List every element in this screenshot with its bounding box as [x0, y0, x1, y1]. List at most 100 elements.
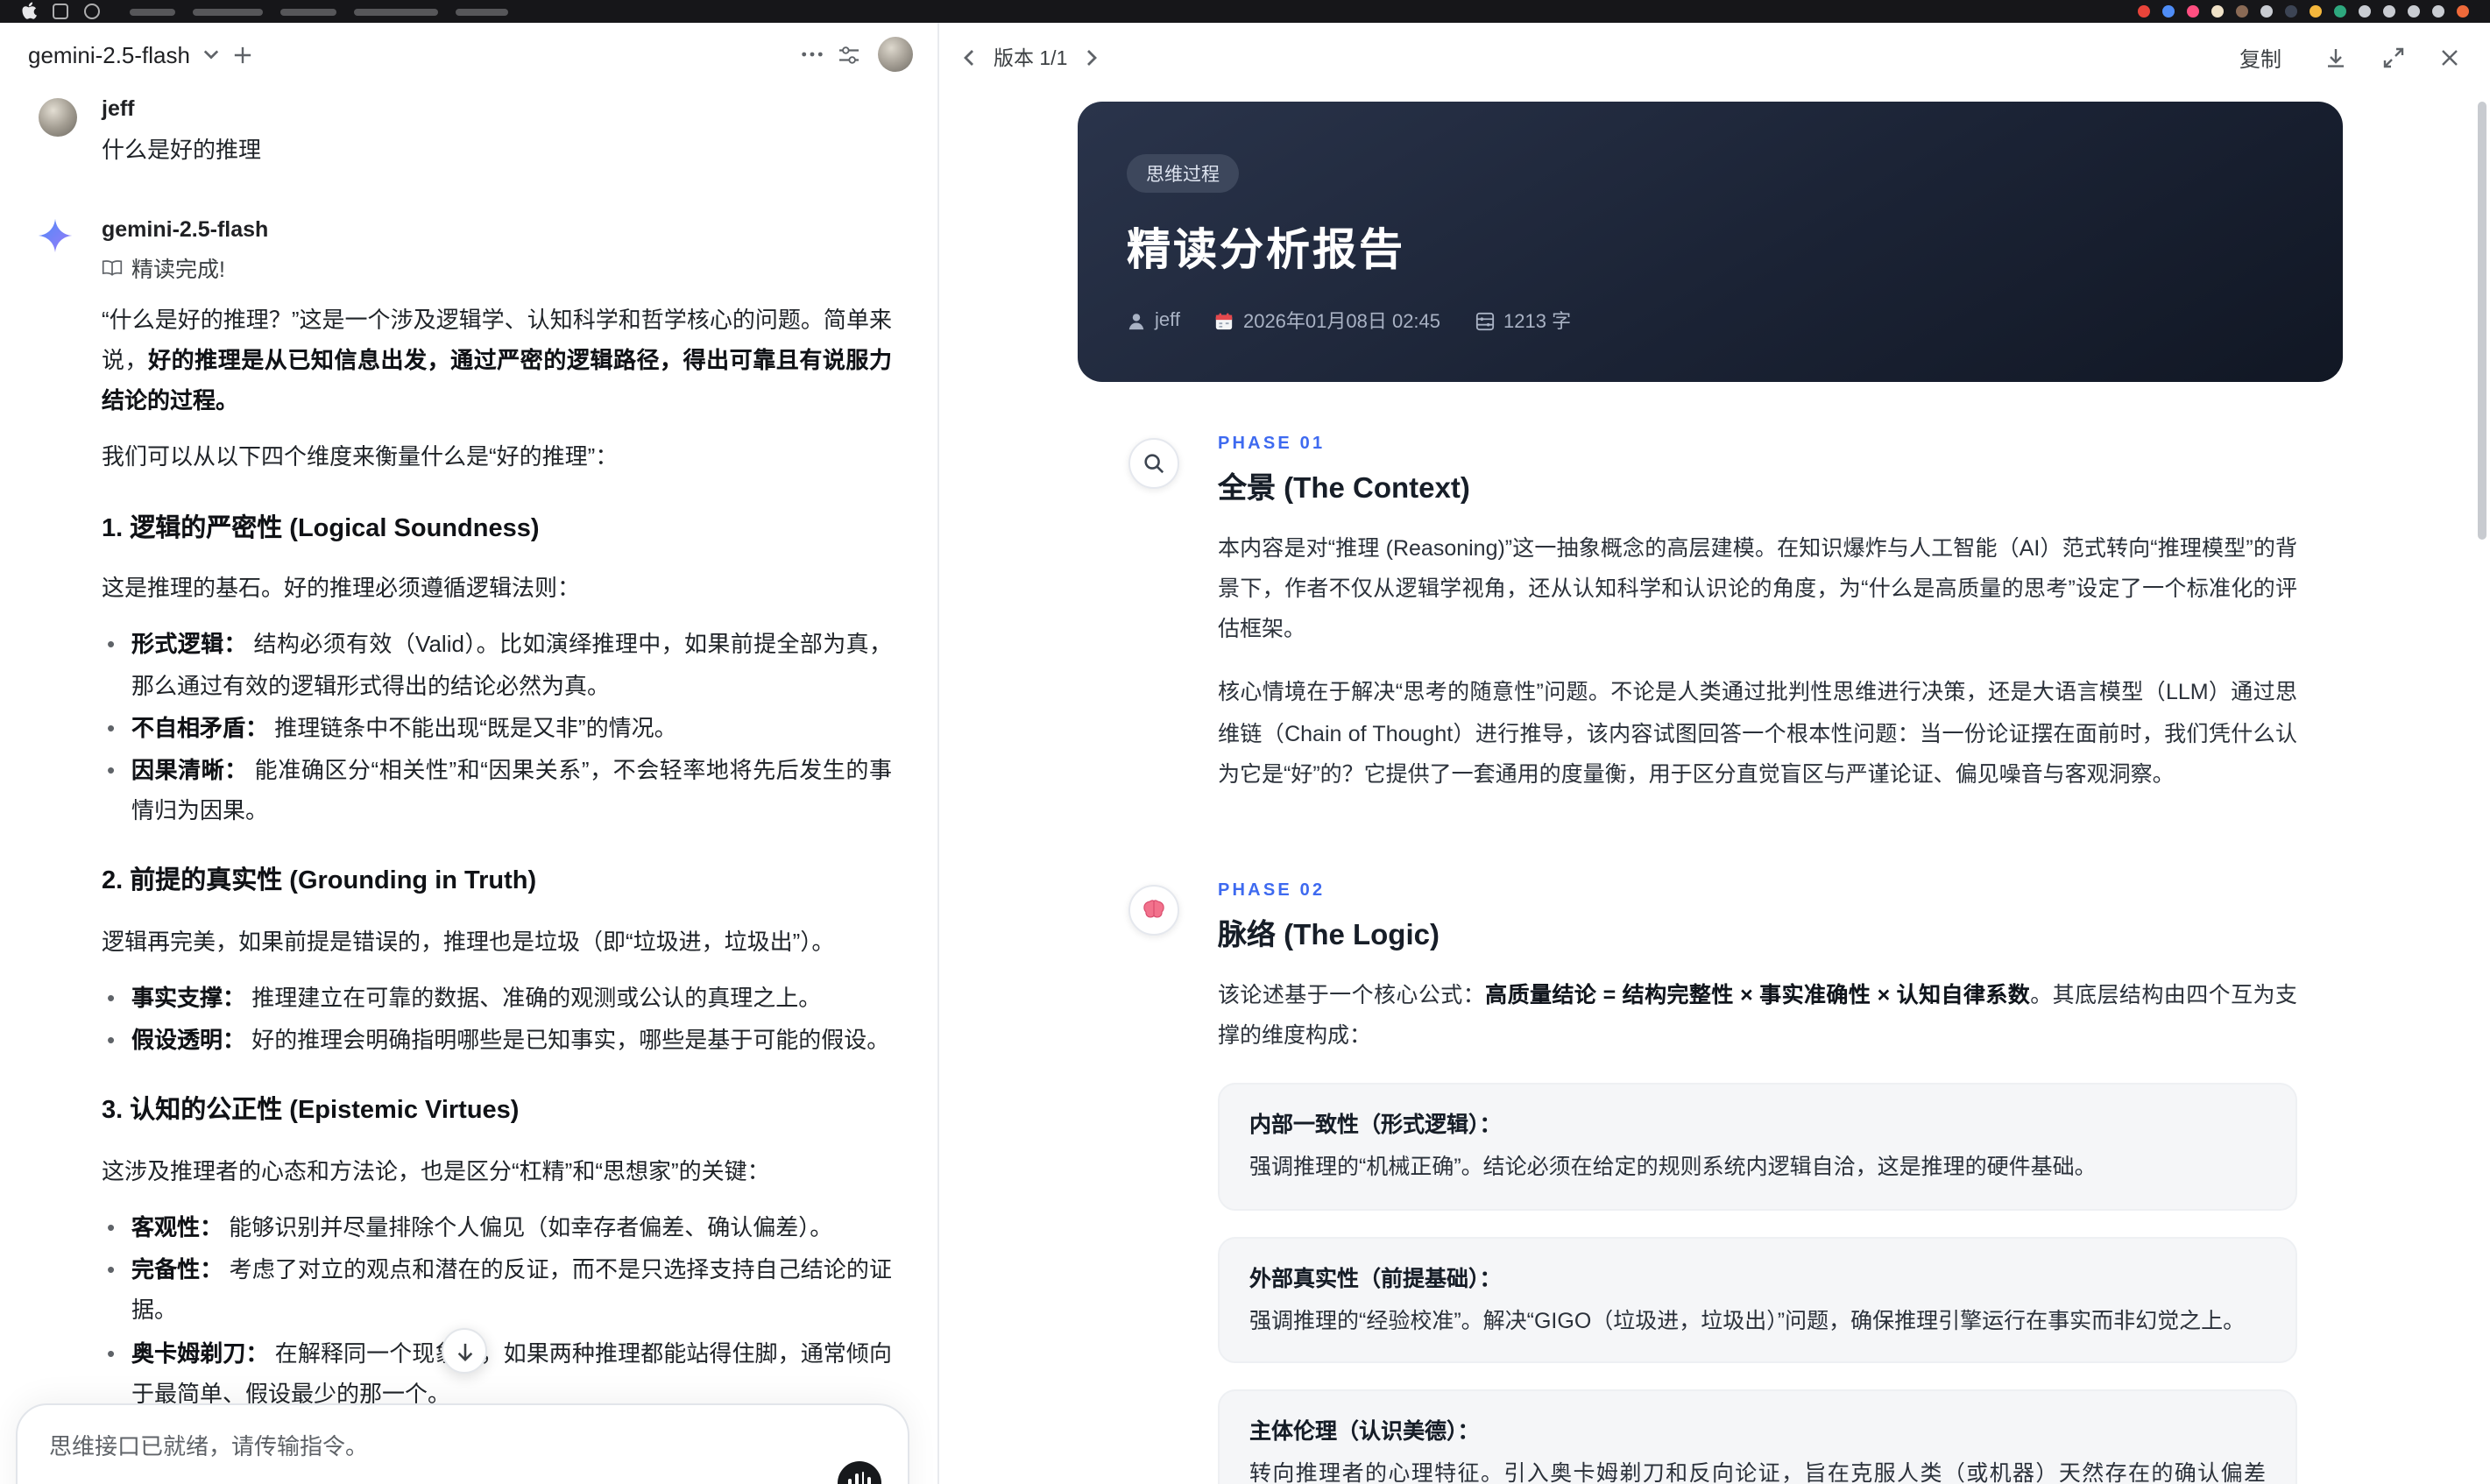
phase-title: 全景 (The Context) — [1218, 473, 1470, 505]
report-body: PHASE 01 全景 (The Context) 本内容是对“推理 (Reas… — [1078, 382, 2343, 1484]
menubar-app-icon[interactable] — [2187, 5, 2199, 18]
phase-1: PHASE 01 全景 (The Context) 本内容是对“推理 (Reas… — [1078, 435, 2343, 818]
model-name: gemini-2.5-flash — [28, 41, 190, 67]
report-meta: jeff 2026年01月08日 02:45 1213 字 — [1127, 307, 2294, 335]
menubar-menus — [130, 8, 508, 15]
new-chat-button[interactable] — [229, 41, 255, 67]
bullet-item: 完备性： 考虑了对立的观点和潜在的反证，而不是只选择支持自己结论的证据。 — [102, 1250, 892, 1332]
calendar-icon — [1215, 311, 1234, 330]
hero-badge: 思维过程 — [1127, 154, 1239, 193]
download-icon[interactable] — [2322, 44, 2350, 72]
menubar-app-glyph[interactable] — [84, 4, 100, 19]
meta-author: jeff — [1127, 310, 1180, 331]
dimension-card: 内部一致性（形式逻辑）： 强调推理的“机械正确”。结论必须在给定的规则系统内逻辑… — [1218, 1083, 2297, 1210]
waveform-icon — [848, 1478, 852, 1484]
paragraph: 逻辑再完美，如果前提是错误的，推理也是垃圾（即“垃圾进，垃圾出”）。 — [102, 928, 835, 955]
menubar-app-icon[interactable] — [2432, 5, 2444, 18]
menubar-app-icon[interactable] — [2457, 5, 2469, 18]
composer — [16, 1403, 909, 1484]
chat-panel: gemini-2.5-flash jeff 什么是好的推理 gemini-2.5… — [0, 23, 939, 1484]
scrollbar-thumb[interactable] — [2478, 102, 2486, 540]
phase-2: PHASE 02 脉络 (The Logic) 该论述基于一个核心公式：高质量结… — [1078, 881, 2343, 1484]
phase-label: PHASE 01 — [1218, 435, 1326, 454]
user-name: jeff — [102, 96, 135, 121]
artifact-panel: 版本 1/1 复制 思维过程 精读分析报告 jeff 2026年01月08日 0… — [939, 23, 2490, 1484]
paragraph: “什么是好的推理？”这是一个涉及逻辑学、认知科学和哲学核心的问题。简单来说，好的… — [102, 307, 892, 414]
dimension-card: 外部真实性（前提基础）： 强调推理的“经验校准”。解决“GIGO（垃圾进，垃圾出… — [1218, 1236, 2297, 1363]
voice-input-button[interactable] — [838, 1461, 881, 1484]
bullet-item: 形式逻辑： 结构必须有效（Valid）。比如演绎推理中，如果前提全部为真，那么通… — [102, 625, 892, 706]
waveform-icon — [861, 1471, 865, 1484]
menubar-app-icon[interactable] — [2359, 5, 2371, 18]
bullet-item: 不自相矛盾： 推理链条中不能出现“既是又非”的情况。 — [102, 707, 892, 748]
menubar-app-icon[interactable] — [2162, 5, 2175, 18]
menubar-app-icon[interactable] — [2408, 5, 2420, 18]
paragraph: 这涉及推理者的心态和方法论，也是区分“杠精”和“思想家”的关键： — [102, 1158, 770, 1185]
menubar-status-icons — [2138, 5, 2469, 18]
paragraph: 这是推理的基石。好的推理必须遵循逻辑法则： — [102, 575, 581, 602]
menubar-left — [21, 2, 508, 21]
assistant-message: gemini-2.5-flash 精读完成! “什么是好的推理？”这是一个涉及逻… — [0, 217, 937, 1484]
menubar-app-icon[interactable] — [2211, 5, 2224, 18]
version-next-button[interactable] — [1083, 46, 1100, 70]
user-message-text: 什么是好的推理 — [102, 137, 262, 163]
person-icon — [1127, 311, 1146, 330]
copy-button[interactable]: 复制 — [2229, 41, 2292, 74]
paragraph: 本内容是对“推理 (Reasoning)”这一抽象概念的高层建模。在知识爆炸与人… — [1218, 536, 2297, 642]
paragraph: 该论述基于一个核心公式：高质量结论 = 结构完整性 × 事实准确性 × 认知自律… — [1218, 982, 2297, 1048]
phase-label: PHASE 02 — [1218, 880, 1326, 901]
model-selector[interactable]: gemini-2.5-flash — [28, 41, 222, 67]
expand-icon[interactable] — [2380, 44, 2408, 72]
menubar-menu-item[interactable] — [354, 8, 438, 15]
user-avatar — [39, 98, 77, 137]
user-message: jeff 什么是好的推理 — [0, 96, 937, 165]
assistant-markdown: “什么是好的推理？”这是一个涉及逻辑学、认知科学和哲学核心的问题。简单来说，好的… — [102, 300, 892, 1484]
more-options-button[interactable] — [797, 47, 827, 61]
settings-sliders-button[interactable] — [834, 41, 864, 67]
bullet-item: 奥卡姆剃刀： 在解释同一个现象时，如果两种推理都能站得住脚，通常倾向于最简单、假… — [102, 1332, 892, 1414]
version-label: 版本 1/1 — [994, 49, 1068, 70]
bullet-list: 形式逻辑： 结构必须有效（Valid）。比如演绎推理中，如果前提全部为真，那么通… — [102, 625, 892, 830]
artifact-content[interactable]: 思维过程 精读分析报告 jeff 2026年01月08日 02:45 1213 … — [1078, 93, 2343, 1484]
menubar-app-icon[interactable] — [2236, 5, 2248, 18]
scroll-to-bottom-button[interactable] — [442, 1328, 487, 1374]
menubar-app-icon[interactable] — [2260, 5, 2273, 18]
artifact-toolbar: 版本 1/1 复制 — [939, 23, 2490, 93]
bullet-item: 客观性： 能够识别并尽量排除个人偏见（如幸存者偏差、确认偏差）。 — [102, 1207, 892, 1248]
menubar-app-icon[interactable] — [2334, 5, 2346, 18]
assistant-status: 精读完成! — [102, 251, 892, 284]
dimension-card: 主体伦理（认识美德）： 转向推理者的心理特征。引入奥卡姆剃刀和反向论证，旨在克服… — [1218, 1389, 2297, 1484]
waveform-icon — [867, 1476, 871, 1484]
menubar-menu-item[interactable] — [130, 8, 175, 15]
menubar-app-icon[interactable] — [2138, 5, 2150, 18]
message-input[interactable] — [49, 1433, 711, 1459]
menubar-app-icon[interactable] — [2285, 5, 2297, 18]
screen: gemini-2.5-flash jeff 什么是好的推理 gemini-2.5… — [0, 0, 2490, 1484]
book-icon — [102, 258, 123, 276]
bullet-item: 因果清晰： 能准确区分“相关性”和“因果关系”，不会轻率地将先后发生的事情归为因… — [102, 750, 892, 831]
counter-icon — [1475, 311, 1495, 330]
close-icon[interactable] — [2437, 46, 2462, 70]
brain-icon — [1128, 884, 1179, 936]
menubar — [0, 0, 2490, 23]
chevron-down-icon — [199, 46, 222, 63]
chat-message-list[interactable]: jeff 什么是好的推理 gemini-2.5-flash 精读完成! “什么是… — [0, 79, 937, 1484]
menubar-app-glyph[interactable] — [53, 4, 68, 19]
version-prev-button[interactable] — [960, 46, 978, 70]
menubar-app-icon[interactable] — [2310, 5, 2322, 18]
gemini-sparkle-icon — [37, 217, 74, 254]
assistant-status-text: 精读完成! — [131, 258, 225, 282]
phase-1-content: PHASE 01 全景 (The Context) 本内容是对“推理 (Reas… — [1218, 435, 2343, 818]
menubar-menu-item[interactable] — [193, 8, 263, 15]
section-heading: 3. 认知的公正性 (Epistemic Virtues) — [102, 1097, 520, 1126]
apple-menu-icon[interactable] — [21, 2, 37, 21]
menubar-menu-item[interactable] — [456, 8, 508, 15]
menubar-app-icon[interactable] — [2383, 5, 2395, 18]
version-navigation: 版本 1/1 — [960, 44, 1100, 72]
bullet-list: 事实支撑： 推理建立在可靠的数据、准确的观测或公认的真理之上。 假设透明： 好的… — [102, 978, 892, 1061]
account-avatar[interactable] — [878, 37, 913, 72]
phase-title: 脉络 (The Logic) — [1218, 919, 1440, 951]
bullet-item: 事实支撑： 推理建立在可靠的数据、准确的观测或公认的真理之上。 — [102, 978, 892, 1019]
chat-header: gemini-2.5-flash — [0, 23, 937, 82]
menubar-menu-item[interactable] — [280, 8, 336, 15]
